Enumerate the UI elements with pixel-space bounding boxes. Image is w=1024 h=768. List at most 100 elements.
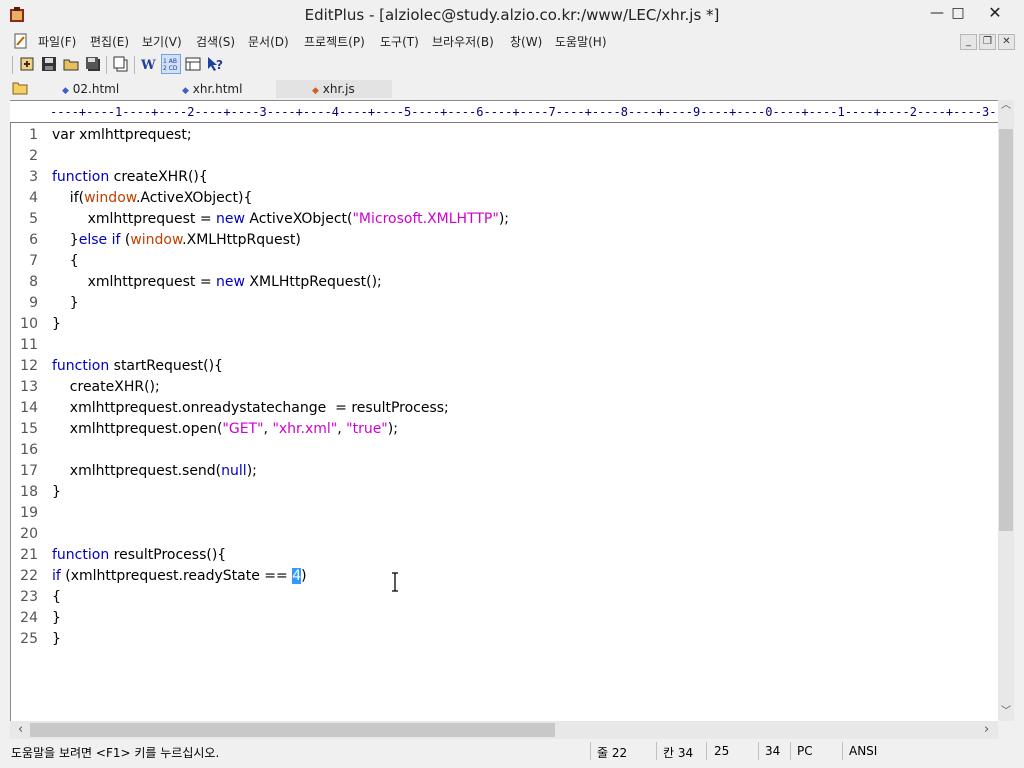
mdi-restore-button[interactable]: ❐ bbox=[979, 34, 996, 50]
line-number: 4 bbox=[29, 190, 38, 206]
line-number: 10 bbox=[20, 316, 38, 332]
code-line: } bbox=[52, 295, 79, 311]
js-file-icon: ◆ bbox=[312, 86, 319, 96]
line-number: 22 bbox=[20, 568, 38, 584]
code-line: var xmlhttprequest; bbox=[52, 127, 192, 143]
tab-02-html[interactable]: ◆ 02.html bbox=[62, 80, 152, 98]
document-tab-bar bbox=[0, 78, 1024, 100]
menu-file[interactable]: 파일(F) bbox=[38, 33, 76, 50]
menu-view[interactable]: 보기(V) bbox=[142, 33, 182, 50]
status-separator bbox=[656, 742, 657, 760]
line-number: 8 bbox=[29, 274, 38, 290]
line-number: 12 bbox=[20, 358, 38, 374]
status-separator bbox=[790, 742, 791, 760]
line-number: 23 bbox=[20, 589, 38, 605]
line-number: 1 bbox=[29, 127, 38, 143]
code-line: } bbox=[52, 610, 61, 626]
menu-window[interactable]: 창(W) bbox=[510, 33, 542, 50]
open-folder-icon[interactable] bbox=[62, 55, 80, 73]
code-line: function resultProcess(){ bbox=[52, 547, 227, 563]
code-line: if (xmlhttprequest.readyState == 4) bbox=[52, 568, 307, 584]
status-column: 칸 34 bbox=[663, 746, 694, 760]
menu-browser[interactable]: 브라우저(B) bbox=[432, 33, 494, 50]
new-file-icon[interactable] bbox=[18, 55, 36, 73]
line-number: 15 bbox=[20, 421, 38, 437]
code-line: } bbox=[52, 631, 61, 647]
horizontal-scroll-thumb[interactable] bbox=[30, 723, 555, 737]
status-separator bbox=[758, 742, 759, 760]
tab-label: 02.html bbox=[72, 82, 120, 96]
svg-text:W: W bbox=[140, 58, 156, 73]
status-help-text: 도움말을 보려면 <F1> 키를 누르십시오. bbox=[11, 746, 220, 760]
document-icon[interactable] bbox=[13, 33, 29, 49]
line-number: 9 bbox=[29, 295, 38, 311]
column-ruler: ----+----1----+----2----+----3----+----4… bbox=[50, 103, 997, 121]
status-encoding[interactable]: ANSI bbox=[849, 744, 877, 758]
code-line: createXHR(); bbox=[52, 379, 160, 395]
svg-text:1 AB: 1 AB bbox=[163, 58, 177, 65]
word-wrap-icon[interactable]: W bbox=[140, 55, 158, 73]
tab-label: xhr.js bbox=[322, 82, 355, 96]
status-separator bbox=[706, 742, 707, 760]
vertical-scroll-thumb[interactable] bbox=[999, 129, 1013, 531]
line-number: 5 bbox=[29, 211, 38, 227]
status-separator bbox=[590, 742, 591, 760]
scroll-up-arrow-icon[interactable]: ︿ bbox=[1000, 100, 1012, 112]
help-icon[interactable]: ? bbox=[206, 55, 224, 73]
window-title: EditPlus - [alziolec@study.alzio.co.kr:/… bbox=[304, 6, 720, 24]
svg-text:2 CD: 2 CD bbox=[163, 65, 178, 72]
code-line: }else if (window.XMLHttpRquest) bbox=[52, 232, 301, 248]
ruler-icon[interactable] bbox=[184, 55, 202, 73]
html-file-icon: ◆ bbox=[182, 86, 189, 96]
mdi-close-button[interactable]: ✕ bbox=[998, 34, 1015, 50]
menu-help[interactable]: 도움말(H) bbox=[555, 33, 607, 50]
menu-tools[interactable]: 도구(T) bbox=[380, 33, 419, 50]
code-line: xmlhttprequest.onreadystatechange = resu… bbox=[52, 400, 449, 416]
tab-label: xhr.html bbox=[192, 82, 243, 96]
folder-icon[interactable] bbox=[12, 81, 28, 95]
toolbar-separator bbox=[106, 56, 107, 74]
copy-icon[interactable] bbox=[112, 55, 130, 73]
status-line-ending[interactable]: PC bbox=[797, 744, 813, 758]
code-line: } bbox=[52, 484, 61, 500]
code-line: function startRequest(){ bbox=[52, 358, 223, 374]
save-all-icon[interactable] bbox=[84, 55, 102, 73]
status-separator bbox=[842, 742, 843, 760]
line-number: 17 bbox=[20, 463, 38, 479]
code-line: } bbox=[52, 316, 61, 332]
save-icon[interactable] bbox=[40, 55, 58, 73]
code-line: { bbox=[52, 589, 61, 605]
code-line: if(window.ActiveXObject){ bbox=[52, 190, 253, 206]
menu-edit[interactable]: 편집(E) bbox=[90, 33, 129, 50]
scroll-left-arrow-icon[interactable]: ‹ bbox=[18, 722, 30, 738]
svg-text:?: ? bbox=[216, 58, 223, 72]
line-number: 20 bbox=[20, 526, 38, 542]
menu-document[interactable]: 문서(D) bbox=[248, 33, 289, 50]
toolbar-grip bbox=[12, 56, 13, 74]
tab-xhr-html[interactable]: ◆ xhr.html bbox=[182, 80, 272, 98]
line-number: 19 bbox=[20, 505, 38, 521]
line-number: 7 bbox=[29, 253, 38, 269]
line-number: 14 bbox=[20, 400, 38, 416]
html-file-icon: ◆ bbox=[62, 86, 69, 96]
code-line: xmlhttprequest = new XMLHttpRequest(); bbox=[52, 274, 382, 290]
status-value-2: 34 bbox=[765, 744, 781, 758]
menu-project[interactable]: 프로젝트(P) bbox=[304, 33, 365, 50]
status-line: 줄 22 bbox=[597, 746, 628, 760]
window-maximize-button[interactable]: □ bbox=[941, 2, 975, 24]
menu-search[interactable]: 검색(S) bbox=[196, 33, 235, 50]
line-number: 2 bbox=[29, 148, 38, 164]
window-close-button[interactable]: ✕ bbox=[978, 2, 1012, 24]
line-number: 13 bbox=[20, 379, 38, 395]
status-value-1: 25 bbox=[714, 744, 730, 758]
line-number: 21 bbox=[20, 547, 38, 563]
mdi-minimize-button[interactable]: _ bbox=[960, 34, 977, 50]
line-number-toggle-icon[interactable]: 1 AB2 CD bbox=[161, 54, 181, 74]
scroll-down-arrow-icon[interactable]: ﹀ bbox=[1000, 706, 1012, 718]
code-line: function createXHR(){ bbox=[52, 169, 208, 185]
text-cursor-icon bbox=[392, 572, 398, 592]
tab-xhr-js[interactable]: ◆ xhr.js bbox=[276, 80, 392, 98]
scroll-right-arrow-icon[interactable]: › bbox=[984, 722, 996, 738]
line-number: 25 bbox=[20, 631, 38, 647]
line-number: 6 bbox=[29, 232, 38, 248]
